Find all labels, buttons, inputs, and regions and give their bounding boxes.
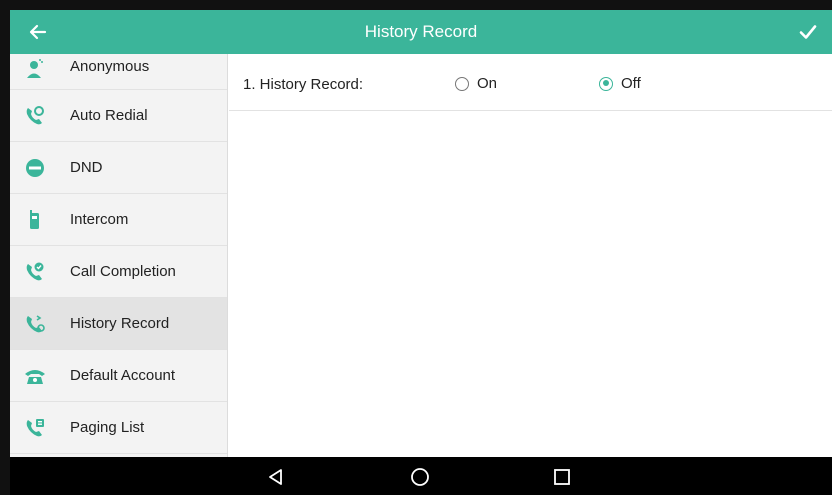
sidebar-item-paging-list[interactable]: Paging List <box>10 402 227 454</box>
home-circle-icon <box>411 468 429 486</box>
sidebar-item-label: Auto Redial <box>70 107 148 124</box>
checkmark-icon <box>799 25 817 39</box>
sidebar-item-history-record[interactable]: History Record <box>10 298 227 350</box>
sidebar-item-label: Intercom <box>70 211 129 228</box>
sidebar-item-label: History Record <box>70 315 170 332</box>
title-bar: History Record <box>10 10 832 54</box>
nav-back-button[interactable] <box>264 465 288 489</box>
sidebar-item-label: Anonymous <box>70 58 150 75</box>
sidebar-item-auto-redial[interactable]: Auto Redial <box>10 90 227 142</box>
radio-circle <box>455 76 469 91</box>
radio-off[interactable]: Off <box>599 75 641 92</box>
nav-recents-button[interactable] <box>550 465 574 489</box>
history-record-icon <box>24 313 46 335</box>
sidebar-item-call-completion[interactable]: Call Completion <box>10 246 227 298</box>
device-frame: History Record Anonymous Auto Redial DND… <box>0 0 832 495</box>
radio-on[interactable]: On <box>455 75 497 92</box>
phone-screen: History Record Anonymous Auto Redial DND… <box>10 10 832 495</box>
history-record-row: 1. History Record: On Off <box>229 54 832 111</box>
recents-square-icon <box>554 469 570 485</box>
sidebar: Anonymous Auto Redial DND Intercom Call … <box>10 54 228 457</box>
intercom-icon <box>24 209 46 231</box>
sidebar-item-intercom[interactable]: Intercom <box>10 194 227 246</box>
radio-on-label: On <box>477 75 498 92</box>
sidebar-item-dnd[interactable]: DND <box>10 142 227 194</box>
sidebar-item-label: Call Completion <box>70 263 176 280</box>
arrow-left-icon <box>29 24 47 40</box>
default-account-icon <box>24 365 46 387</box>
sidebar-item-anonymous[interactable]: Anonymous <box>10 54 227 90</box>
dnd-icon <box>24 157 46 179</box>
sidebar-item-label: DND <box>70 159 103 176</box>
call-completion-icon <box>24 261 46 283</box>
settings-panel: 1. History Record: On Off <box>229 54 832 457</box>
sidebar-item-default-account[interactable]: Default Account <box>10 350 227 402</box>
back-button[interactable] <box>24 18 52 46</box>
sidebar-item-label: Paging List <box>70 419 145 436</box>
navigation-bar <box>10 457 832 495</box>
sidebar-item-label: Default Account <box>70 367 176 384</box>
paging-list-icon <box>24 417 46 439</box>
nav-home-button[interactable] <box>408 465 432 489</box>
radio-circle-selected <box>599 76 613 91</box>
history-record-label: 1. History Record: <box>243 76 364 93</box>
back-triangle-icon <box>269 469 282 485</box>
auto-redial-icon <box>24 105 46 127</box>
page-title: History Record <box>364 22 478 41</box>
radio-off-label: Off <box>621 75 641 92</box>
confirm-button[interactable] <box>794 18 822 46</box>
anonymous-icon <box>24 58 46 80</box>
